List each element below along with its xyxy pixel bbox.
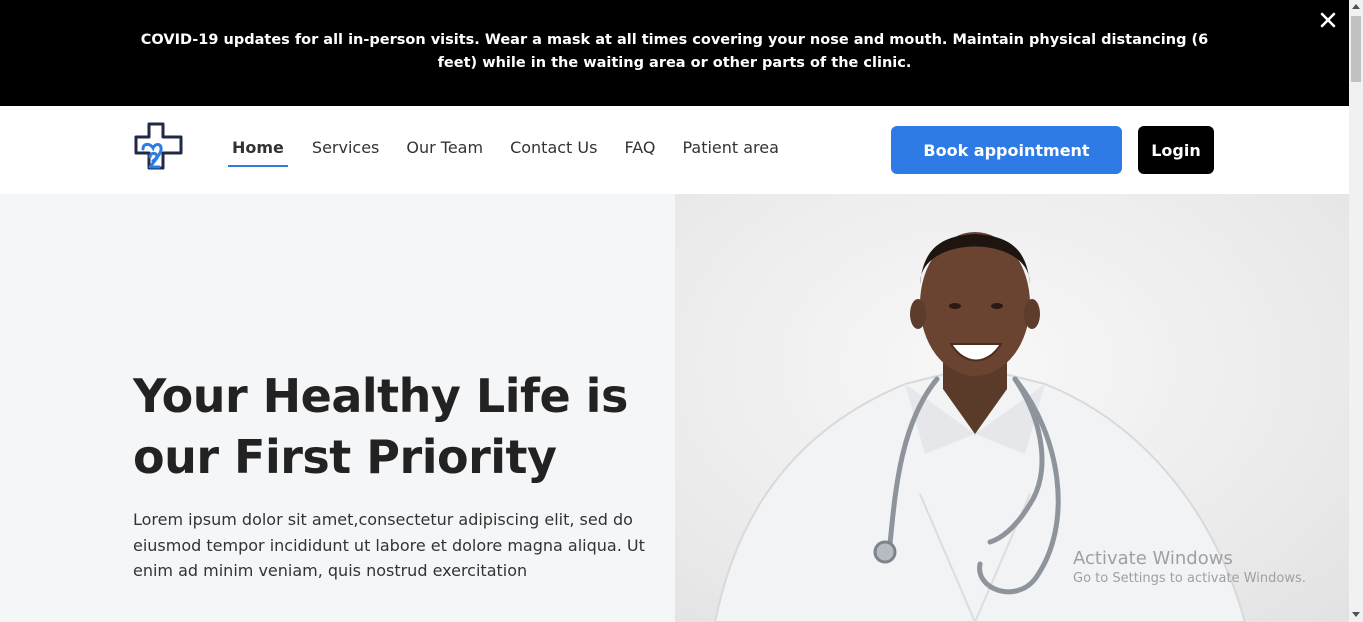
hero-title: Your Healthy Life is our First Priority: [133, 369, 628, 484]
login-button[interactable]: Login: [1138, 126, 1214, 174]
navbar: Home Services Our Team Contact Us FAQ Pa…: [0, 106, 1349, 194]
logo-icon[interactable]: [133, 121, 185, 173]
nav-link-contact-us[interactable]: Contact Us: [510, 138, 597, 167]
scroll-down-icon[interactable]: [1352, 612, 1360, 617]
book-appointment-button[interactable]: Book appointment: [891, 126, 1122, 174]
scroll-up-icon[interactable]: [1352, 4, 1360, 9]
nav-links: Home Services Our Team Contact Us FAQ Pa…: [228, 138, 806, 167]
watermark-title: Activate Windows: [1073, 548, 1233, 569]
hero-description: Lorem ipsum dolor sit amet,consectetur a…: [133, 510, 645, 580]
vertical-scrollbar[interactable]: [1349, 0, 1363, 622]
windows-activation-watermark: Activate Windows Go to Settings to activ…: [1073, 548, 1306, 586]
nav-link-our-team[interactable]: Our Team: [406, 138, 483, 167]
scroll-thumb[interactable]: [1351, 16, 1361, 82]
covid-banner: COVID-19 updates for all in-person visit…: [0, 0, 1349, 106]
nav-link-faq[interactable]: FAQ: [624, 138, 655, 167]
watermark-subtitle: Go to Settings to activate Windows.: [1073, 571, 1306, 586]
nav-link-services[interactable]: Services: [312, 138, 379, 167]
nav-link-home[interactable]: Home: [228, 138, 288, 167]
close-icon[interactable]: [1316, 8, 1340, 32]
nav-link-patient-area[interactable]: Patient area: [682, 138, 778, 167]
hero-section: Your Healthy Life is our First Priority …: [0, 194, 675, 622]
banner-text: COVID-19 updates for all in-person visit…: [140, 32, 1209, 71]
